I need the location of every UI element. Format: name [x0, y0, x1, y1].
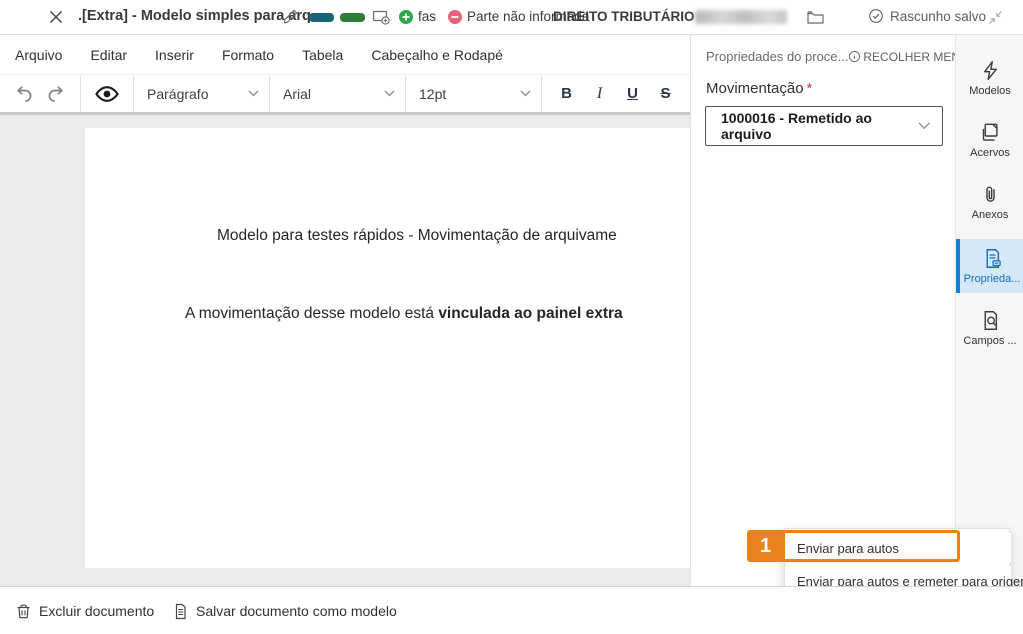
right-sidebar: Modelos Acervos Anexos Proprieda... Camp… [955, 35, 1023, 586]
font-size-value: 12pt [419, 86, 446, 102]
undo-redo-group [0, 75, 81, 112]
plus-circle-icon [399, 10, 413, 24]
strikethrough-button[interactable]: S [649, 85, 682, 102]
chevron-down-icon [248, 90, 259, 97]
paragraph-style-value: Parágrafo [147, 86, 208, 102]
menu-tabela[interactable]: Tabela [302, 47, 343, 63]
panel-title: Propriedades do proce... [706, 49, 848, 64]
underline-button[interactable]: U [616, 85, 649, 102]
format-toolbar: Parágrafo Arial 12pt B I U S [0, 74, 690, 112]
menu-item-enviar-para-autos[interactable]: Enviar para autos [785, 533, 1011, 563]
collapse-menu-label: RECOLHER MENU [863, 50, 968, 64]
sidebar-item-label: Proprieda... [964, 273, 1021, 285]
delete-document-label: Excluir documento [39, 603, 154, 619]
document-body-line: A movimentação desse modelo está vincula… [185, 305, 623, 323]
properties-panel: Propriedades do proce... RECOLHER MENU M… [690, 35, 955, 586]
panel-header: Propriedades do proce... RECOLHER MENU [706, 49, 946, 64]
folder-icon[interactable] [806, 8, 825, 27]
document-canvas-area: Modelo para testes rápidos - Movimentaçã… [0, 115, 690, 586]
paperclip-icon [980, 184, 1001, 205]
top-bar: .[Extra] - Modelo simples para arq... fa… [0, 0, 1023, 35]
menu-inserir[interactable]: Inserir [155, 47, 194, 63]
sidebar-item-modelos[interactable]: Modelos [956, 53, 1023, 103]
redacted-case-number [695, 10, 787, 24]
law-area-label: DIREITO TRIBUTÁRIO [553, 9, 695, 24]
sidebar-item-label: Modelos [969, 85, 1011, 97]
movimentacao-field-label: Movimentação* [706, 80, 812, 97]
draft-status-label: Rascunho salvo [890, 9, 986, 24]
undo-icon[interactable] [13, 83, 35, 105]
monitor-plus-icon[interactable] [372, 8, 391, 27]
edit-pencil-icon[interactable] [282, 8, 299, 25]
required-asterisk: * [807, 80, 813, 97]
movimentacao-selected-value: 1000016 - Remetido ao arquivo [721, 110, 918, 142]
document-icon [172, 603, 189, 620]
menu-editar[interactable]: Editar [90, 47, 127, 63]
document-page[interactable]: Modelo para testes rápidos - Movimentaçã… [85, 128, 690, 568]
collapse-menu-button[interactable]: RECOLHER MENU [848, 50, 968, 64]
send-options-menu: Enviar para autos Enviar para autos e re… [784, 528, 1010, 595]
sidebar-item-anexos[interactable]: Anexos [956, 177, 1023, 227]
font-size-select[interactable]: 12pt [406, 75, 542, 112]
preview-group [81, 75, 134, 112]
editor-window: .[Extra] - Modelo simples para arq... fa… [0, 0, 1023, 634]
preview-eye-icon[interactable] [94, 81, 120, 107]
lightning-icon [980, 60, 1001, 81]
close-icon[interactable] [47, 8, 65, 26]
paragraph-style-select[interactable]: Parágrafo [134, 75, 270, 112]
sidebar-item-campos[interactable]: Campos ... [956, 303, 1023, 353]
menu-cabecalho-rodape[interactable]: Cabeçalho e Rodapé [371, 47, 503, 63]
chevron-down-icon [918, 122, 930, 130]
stacked-pages-icon [980, 122, 1001, 143]
document-properties-icon [982, 248, 1003, 269]
bottom-bar: Excluir documento Salvar documento como … [0, 586, 1023, 634]
sidebar-item-label: Campos ... [963, 335, 1016, 347]
field-label-text: Movimentação [706, 80, 804, 97]
save-as-model-button[interactable]: Salvar documento como modelo [172, 587, 397, 634]
document-body-bold: vinculada ao painel extra [438, 305, 622, 322]
sidebar-item-label: Anexos [972, 209, 1009, 221]
text-format-group: B I U S [542, 75, 690, 112]
delete-document-button[interactable]: Excluir documento [15, 587, 154, 634]
sidebar-item-acervos[interactable]: Acervos [956, 115, 1023, 165]
italic-button[interactable]: I [583, 85, 616, 103]
menu-formato[interactable]: Formato [222, 47, 274, 63]
annotation-step-badge: 1 [747, 530, 784, 562]
tag-pill-teal [309, 13, 334, 22]
chevron-down-icon [520, 90, 531, 97]
trash-icon [15, 603, 32, 620]
collapse-window-icon[interactable] [987, 9, 1004, 26]
font-family-value: Arial [283, 86, 311, 102]
chevron-down-icon [384, 90, 395, 97]
sidebar-item-propriedades[interactable]: Proprieda... [956, 239, 1023, 293]
document-search-icon [980, 310, 1001, 331]
sidebar-item-label: Acervos [970, 147, 1010, 159]
check-circle-icon [868, 8, 884, 24]
menu-arquivo[interactable]: Arquivo [15, 47, 62, 63]
movimentacao-dropdown[interactable]: 1000016 - Remetido ao arquivo [705, 106, 943, 146]
document-body-normal: A movimentação desse modelo está [185, 305, 438, 322]
minus-circle-icon [448, 10, 462, 24]
party-included-label: fas [418, 9, 436, 24]
font-family-select[interactable]: Arial [270, 75, 406, 112]
menu-bar: Arquivo Editar Inserir Formato Tabela Ca… [0, 35, 690, 74]
info-icon [848, 50, 861, 63]
bold-button[interactable]: B [550, 85, 583, 102]
tag-pill-green [340, 13, 365, 22]
save-as-model-label: Salvar documento como modelo [196, 603, 397, 619]
redo-icon[interactable] [45, 83, 67, 105]
draft-status: Rascunho salvo [868, 8, 986, 24]
document-heading-line: Modelo para testes rápidos - Movimentaçã… [217, 227, 617, 245]
